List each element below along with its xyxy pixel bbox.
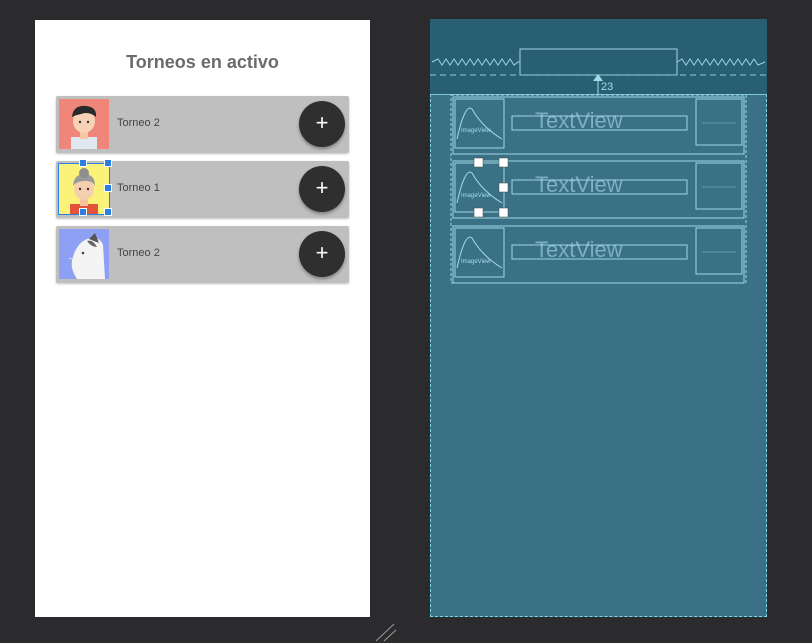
cat-avatar-icon [59,229,109,279]
resize-handle-top-right[interactable] [104,159,112,167]
constraint-spring-left [431,58,520,66]
resize-handle-bottom [473,207,484,218]
image-view-outline [454,162,505,213]
resize-handle-top-right [498,157,509,168]
design-preview[interactable]: Torneos en activo Torneo 2 + Torneo 1 + … [35,20,370,617]
text-view-label: TextView [535,108,623,133]
image-view-outline [454,227,505,278]
resize-handle-bottom[interactable] [79,208,87,216]
resize-handle-top[interactable] [79,159,87,167]
text-view-label: TextView [535,237,623,262]
add-button[interactable]: + [299,231,345,277]
image-placeholder-curve [456,107,503,140]
resize-handle-right[interactable] [104,184,112,192]
title-view-outline [519,48,678,76]
margin-label: 23 [601,81,613,93]
resize-grip-icon[interactable] [372,620,398,642]
blueprint-canvas: 23 ImageView TextView ImageView TextView… [430,48,767,284]
man-avatar-icon [59,99,109,149]
image-view-label: ImageView [461,259,491,265]
add-button[interactable]: + [299,166,345,212]
image-view-outline [454,98,505,149]
list-item-label: Torneo 1 [117,182,160,194]
image-view-label: ImageView [461,128,491,134]
constraint-spring-right [676,58,766,66]
resize-handle-bottom-right[interactable] [104,208,112,216]
resize-handle-top [473,157,484,168]
fab-outline [695,98,743,146]
fab-outline [695,162,743,210]
list-item[interactable]: Torneo 2 + [56,226,349,283]
blueprint-preview[interactable]: 23 ImageView TextView ImageView TextView… [430,19,767,617]
page-title: Torneos en activo [126,52,279,72]
add-button[interactable]: + [299,101,345,147]
resize-handle-bottom-right [498,207,509,218]
resize-handle-right [498,182,509,193]
list-item-label: Torneo 2 [117,117,160,129]
text-view-label: TextView [535,172,623,197]
image-view-label: ImageView [461,193,491,199]
list-item[interactable]: Torneo 2 + [56,96,349,153]
fab-outline [695,227,743,275]
list-item-label: Torneo 2 [117,247,160,259]
